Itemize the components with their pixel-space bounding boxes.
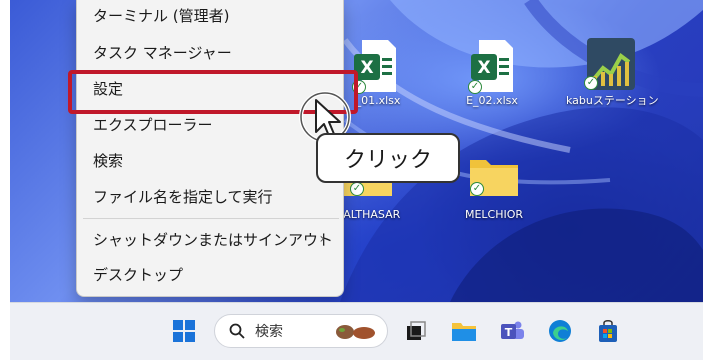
sync-check-icon: ✓: [470, 182, 484, 196]
svg-text:T: T: [505, 326, 513, 339]
store-icon[interactable]: [594, 317, 622, 345]
menu-item-label: ファイル名を指定して実行: [93, 187, 273, 206]
desktop-icon-excel-02[interactable]: X E_02.xlsx: [452, 38, 532, 107]
search-highlight-icon: [336, 325, 375, 339]
task-view-icon[interactable]: [402, 317, 430, 345]
desktop-icon-kabu-station[interactable]: kabuステーション: [566, 36, 659, 108]
taskbar-search-box[interactable]: 検索: [214, 314, 388, 348]
desktop-icon-label: kabuステーション: [566, 94, 659, 107]
teams-icon[interactable]: T: [498, 317, 526, 345]
menu-item-run[interactable]: ファイル名を指定して実行: [77, 178, 345, 214]
sync-check-icon: ✓: [468, 80, 482, 94]
desktop-icon-melchior[interactable]: ✓ MELCHIOR: [454, 150, 534, 221]
quick-link-menu: ターミナル (管理者) タスク マネージャー 設定 エクスプローラー 検索 ファ…: [76, 0, 344, 297]
desktop-icon-label: E_02.xlsx: [466, 94, 518, 107]
menu-item-label: エクスプローラー: [93, 115, 213, 134]
menu-item-label: タスク マネージャー: [93, 43, 232, 62]
menu-item-label: 検索: [93, 151, 124, 170]
menu-item-shutdown-signout[interactable]: シャットダウンまたはサインアウト ›: [77, 221, 345, 257]
svg-text:X: X: [477, 58, 490, 78]
file-explorer-icon[interactable]: [450, 317, 478, 345]
click-callout: クリック: [316, 133, 460, 183]
menu-item-desktop[interactable]: デスクトップ: [77, 256, 345, 292]
chevron-right-icon: ›: [319, 231, 325, 247]
search-icon: [229, 323, 245, 339]
screen: X _01.xlsx X E_02.xlsx kabuステーション ✓ BALT…: [0, 0, 703, 360]
svg-text:X: X: [360, 58, 373, 78]
taskbar: 検索 T: [10, 302, 703, 360]
callout-text: クリック: [343, 148, 432, 173]
sync-check-icon: ✓: [584, 76, 598, 90]
menu-item-search[interactable]: 検索: [77, 142, 345, 178]
edge-icon[interactable]: [546, 317, 574, 345]
menu-item-task-manager[interactable]: タスク マネージャー: [77, 34, 345, 70]
menu-item-label: ターミナル (管理者): [93, 6, 230, 25]
sync-check-icon: ✓: [350, 182, 364, 196]
start-icon[interactable]: [170, 317, 198, 345]
search-placeholder: 検索: [255, 324, 283, 340]
menu-separator: [83, 218, 339, 219]
menu-item-terminal-admin[interactable]: ターミナル (管理者): [77, 0, 345, 30]
menu-item-label: シャットダウンまたはサインアウト: [93, 230, 334, 249]
menu-item-label: デスクトップ: [93, 265, 184, 284]
desktop-icon-label: MELCHIOR: [464, 208, 524, 221]
